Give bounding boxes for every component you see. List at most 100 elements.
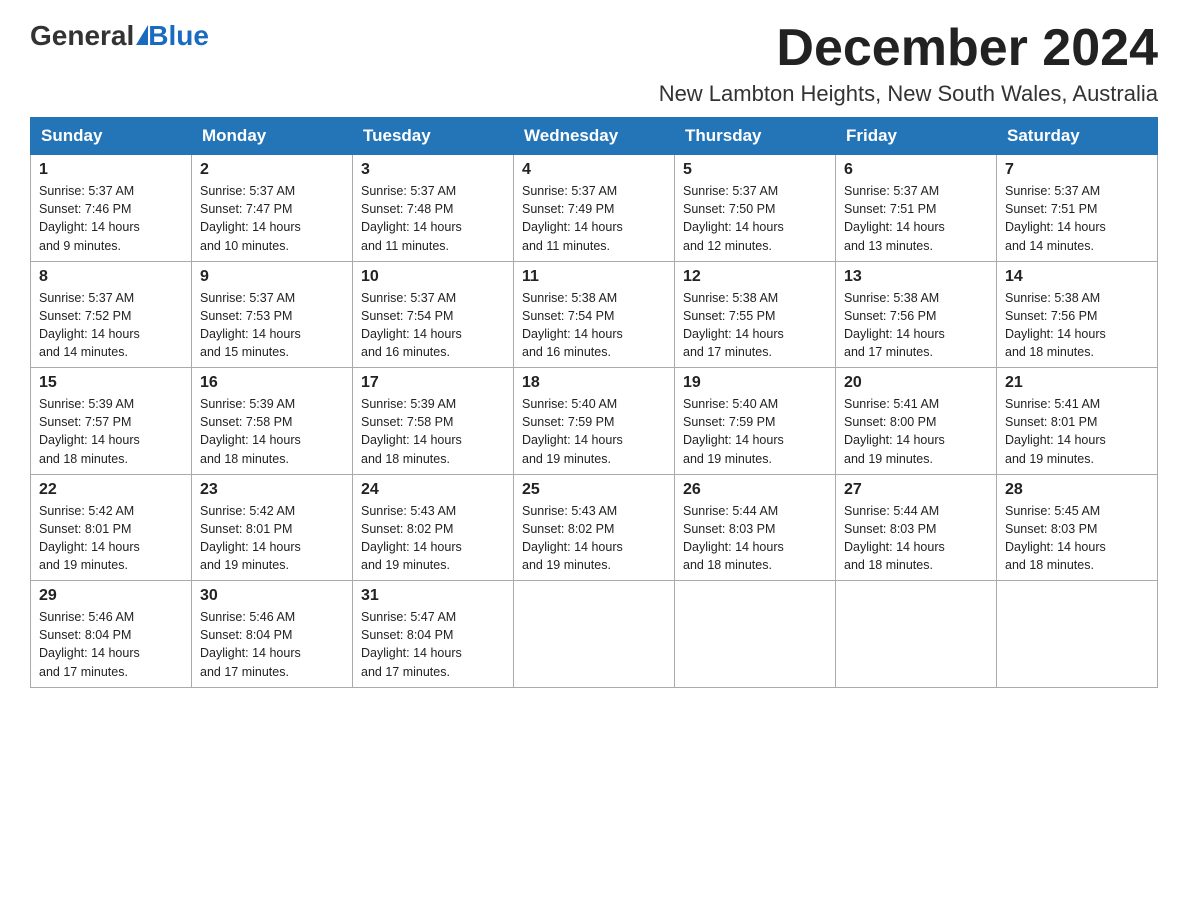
day-number: 25 (522, 481, 666, 499)
day-info: Sunrise: 5:37 AM Sunset: 7:48 PM Dayligh… (361, 182, 505, 255)
table-row: 15 Sunrise: 5:39 AM Sunset: 7:57 PM Dayl… (31, 368, 192, 475)
day-info: Sunrise: 5:37 AM Sunset: 7:51 PM Dayligh… (1005, 182, 1149, 255)
day-number: 2 (200, 161, 344, 179)
day-info: Sunrise: 5:37 AM Sunset: 7:52 PM Dayligh… (39, 289, 183, 362)
logo-general-text: General (30, 20, 134, 52)
day-number: 27 (844, 481, 988, 499)
day-number: 23 (200, 481, 344, 499)
header-friday: Friday (836, 118, 997, 155)
day-number: 26 (683, 481, 827, 499)
table-row: 30 Sunrise: 5:46 AM Sunset: 8:04 PM Dayl… (192, 581, 353, 688)
table-row (997, 581, 1158, 688)
header-saturday: Saturday (997, 118, 1158, 155)
table-row: 21 Sunrise: 5:41 AM Sunset: 8:01 PM Dayl… (997, 368, 1158, 475)
table-row: 11 Sunrise: 5:38 AM Sunset: 7:54 PM Dayl… (514, 261, 675, 368)
logo-text: General Blue (30, 20, 209, 52)
day-info: Sunrise: 5:40 AM Sunset: 7:59 PM Dayligh… (683, 395, 827, 468)
table-row: 25 Sunrise: 5:43 AM Sunset: 8:02 PM Dayl… (514, 474, 675, 581)
day-number: 16 (200, 374, 344, 392)
day-info: Sunrise: 5:37 AM Sunset: 7:51 PM Dayligh… (844, 182, 988, 255)
table-row: 13 Sunrise: 5:38 AM Sunset: 7:56 PM Dayl… (836, 261, 997, 368)
day-info: Sunrise: 5:42 AM Sunset: 8:01 PM Dayligh… (39, 502, 183, 575)
calendar-week-row: 29 Sunrise: 5:46 AM Sunset: 8:04 PM Dayl… (31, 581, 1158, 688)
table-row: 29 Sunrise: 5:46 AM Sunset: 8:04 PM Dayl… (31, 581, 192, 688)
table-row: 12 Sunrise: 5:38 AM Sunset: 7:55 PM Dayl… (675, 261, 836, 368)
day-number: 12 (683, 268, 827, 286)
table-row: 5 Sunrise: 5:37 AM Sunset: 7:50 PM Dayli… (675, 155, 836, 262)
location-title: New Lambton Heights, New South Wales, Au… (659, 81, 1158, 107)
table-row: 2 Sunrise: 5:37 AM Sunset: 7:47 PM Dayli… (192, 155, 353, 262)
calendar-table: Sunday Monday Tuesday Wednesday Thursday… (30, 117, 1158, 688)
header-thursday: Thursday (675, 118, 836, 155)
header-wednesday: Wednesday (514, 118, 675, 155)
table-row: 28 Sunrise: 5:45 AM Sunset: 8:03 PM Dayl… (997, 474, 1158, 581)
day-info: Sunrise: 5:39 AM Sunset: 7:57 PM Dayligh… (39, 395, 183, 468)
day-number: 7 (1005, 161, 1149, 179)
calendar-week-row: 15 Sunrise: 5:39 AM Sunset: 7:57 PM Dayl… (31, 368, 1158, 475)
day-number: 29 (39, 587, 183, 605)
day-number: 22 (39, 481, 183, 499)
logo-blue-text: Blue (148, 20, 209, 52)
day-number: 30 (200, 587, 344, 605)
day-info: Sunrise: 5:39 AM Sunset: 7:58 PM Dayligh… (361, 395, 505, 468)
day-info: Sunrise: 5:43 AM Sunset: 8:02 PM Dayligh… (361, 502, 505, 575)
day-number: 19 (683, 374, 827, 392)
table-row: 24 Sunrise: 5:43 AM Sunset: 8:02 PM Dayl… (353, 474, 514, 581)
day-number: 18 (522, 374, 666, 392)
day-number: 17 (361, 374, 505, 392)
day-number: 8 (39, 268, 183, 286)
table-row: 17 Sunrise: 5:39 AM Sunset: 7:58 PM Dayl… (353, 368, 514, 475)
day-info: Sunrise: 5:46 AM Sunset: 8:04 PM Dayligh… (200, 608, 344, 681)
table-row: 1 Sunrise: 5:37 AM Sunset: 7:46 PM Dayli… (31, 155, 192, 262)
day-number: 21 (1005, 374, 1149, 392)
table-row: 7 Sunrise: 5:37 AM Sunset: 7:51 PM Dayli… (997, 155, 1158, 262)
day-info: Sunrise: 5:37 AM Sunset: 7:54 PM Dayligh… (361, 289, 505, 362)
table-row: 8 Sunrise: 5:37 AM Sunset: 7:52 PM Dayli… (31, 261, 192, 368)
day-number: 10 (361, 268, 505, 286)
day-info: Sunrise: 5:41 AM Sunset: 8:01 PM Dayligh… (1005, 395, 1149, 468)
header-tuesday: Tuesday (353, 118, 514, 155)
table-row: 23 Sunrise: 5:42 AM Sunset: 8:01 PM Dayl… (192, 474, 353, 581)
day-number: 15 (39, 374, 183, 392)
day-number: 6 (844, 161, 988, 179)
day-info: Sunrise: 5:43 AM Sunset: 8:02 PM Dayligh… (522, 502, 666, 575)
day-info: Sunrise: 5:40 AM Sunset: 7:59 PM Dayligh… (522, 395, 666, 468)
table-row: 31 Sunrise: 5:47 AM Sunset: 8:04 PM Dayl… (353, 581, 514, 688)
day-info: Sunrise: 5:38 AM Sunset: 7:56 PM Dayligh… (1005, 289, 1149, 362)
table-row: 3 Sunrise: 5:37 AM Sunset: 7:48 PM Dayli… (353, 155, 514, 262)
day-number: 1 (39, 161, 183, 179)
calendar-week-row: 8 Sunrise: 5:37 AM Sunset: 7:52 PM Dayli… (31, 261, 1158, 368)
day-info: Sunrise: 5:44 AM Sunset: 8:03 PM Dayligh… (844, 502, 988, 575)
table-row: 4 Sunrise: 5:37 AM Sunset: 7:49 PM Dayli… (514, 155, 675, 262)
day-number: 28 (1005, 481, 1149, 499)
day-number: 31 (361, 587, 505, 605)
day-number: 24 (361, 481, 505, 499)
day-info: Sunrise: 5:44 AM Sunset: 8:03 PM Dayligh… (683, 502, 827, 575)
day-info: Sunrise: 5:42 AM Sunset: 8:01 PM Dayligh… (200, 502, 344, 575)
table-row (514, 581, 675, 688)
day-info: Sunrise: 5:37 AM Sunset: 7:50 PM Dayligh… (683, 182, 827, 255)
day-number: 14 (1005, 268, 1149, 286)
day-info: Sunrise: 5:38 AM Sunset: 7:54 PM Dayligh… (522, 289, 666, 362)
logo: General Blue (30, 20, 209, 52)
day-info: Sunrise: 5:37 AM Sunset: 7:46 PM Dayligh… (39, 182, 183, 255)
day-number: 11 (522, 268, 666, 286)
day-info: Sunrise: 5:46 AM Sunset: 8:04 PM Dayligh… (39, 608, 183, 681)
table-row: 10 Sunrise: 5:37 AM Sunset: 7:54 PM Dayl… (353, 261, 514, 368)
table-row: 16 Sunrise: 5:39 AM Sunset: 7:58 PM Dayl… (192, 368, 353, 475)
day-number: 4 (522, 161, 666, 179)
page-header: General Blue December 2024 New Lambton H… (30, 20, 1158, 107)
table-row: 6 Sunrise: 5:37 AM Sunset: 7:51 PM Dayli… (836, 155, 997, 262)
calendar-week-row: 22 Sunrise: 5:42 AM Sunset: 8:01 PM Dayl… (31, 474, 1158, 581)
table-row: 27 Sunrise: 5:44 AM Sunset: 8:03 PM Dayl… (836, 474, 997, 581)
day-info: Sunrise: 5:37 AM Sunset: 7:49 PM Dayligh… (522, 182, 666, 255)
day-info: Sunrise: 5:37 AM Sunset: 7:47 PM Dayligh… (200, 182, 344, 255)
table-row (836, 581, 997, 688)
day-info: Sunrise: 5:39 AM Sunset: 7:58 PM Dayligh… (200, 395, 344, 468)
day-number: 13 (844, 268, 988, 286)
day-info: Sunrise: 5:38 AM Sunset: 7:56 PM Dayligh… (844, 289, 988, 362)
day-number: 3 (361, 161, 505, 179)
day-number: 5 (683, 161, 827, 179)
table-row (675, 581, 836, 688)
table-row: 26 Sunrise: 5:44 AM Sunset: 8:03 PM Dayl… (675, 474, 836, 581)
